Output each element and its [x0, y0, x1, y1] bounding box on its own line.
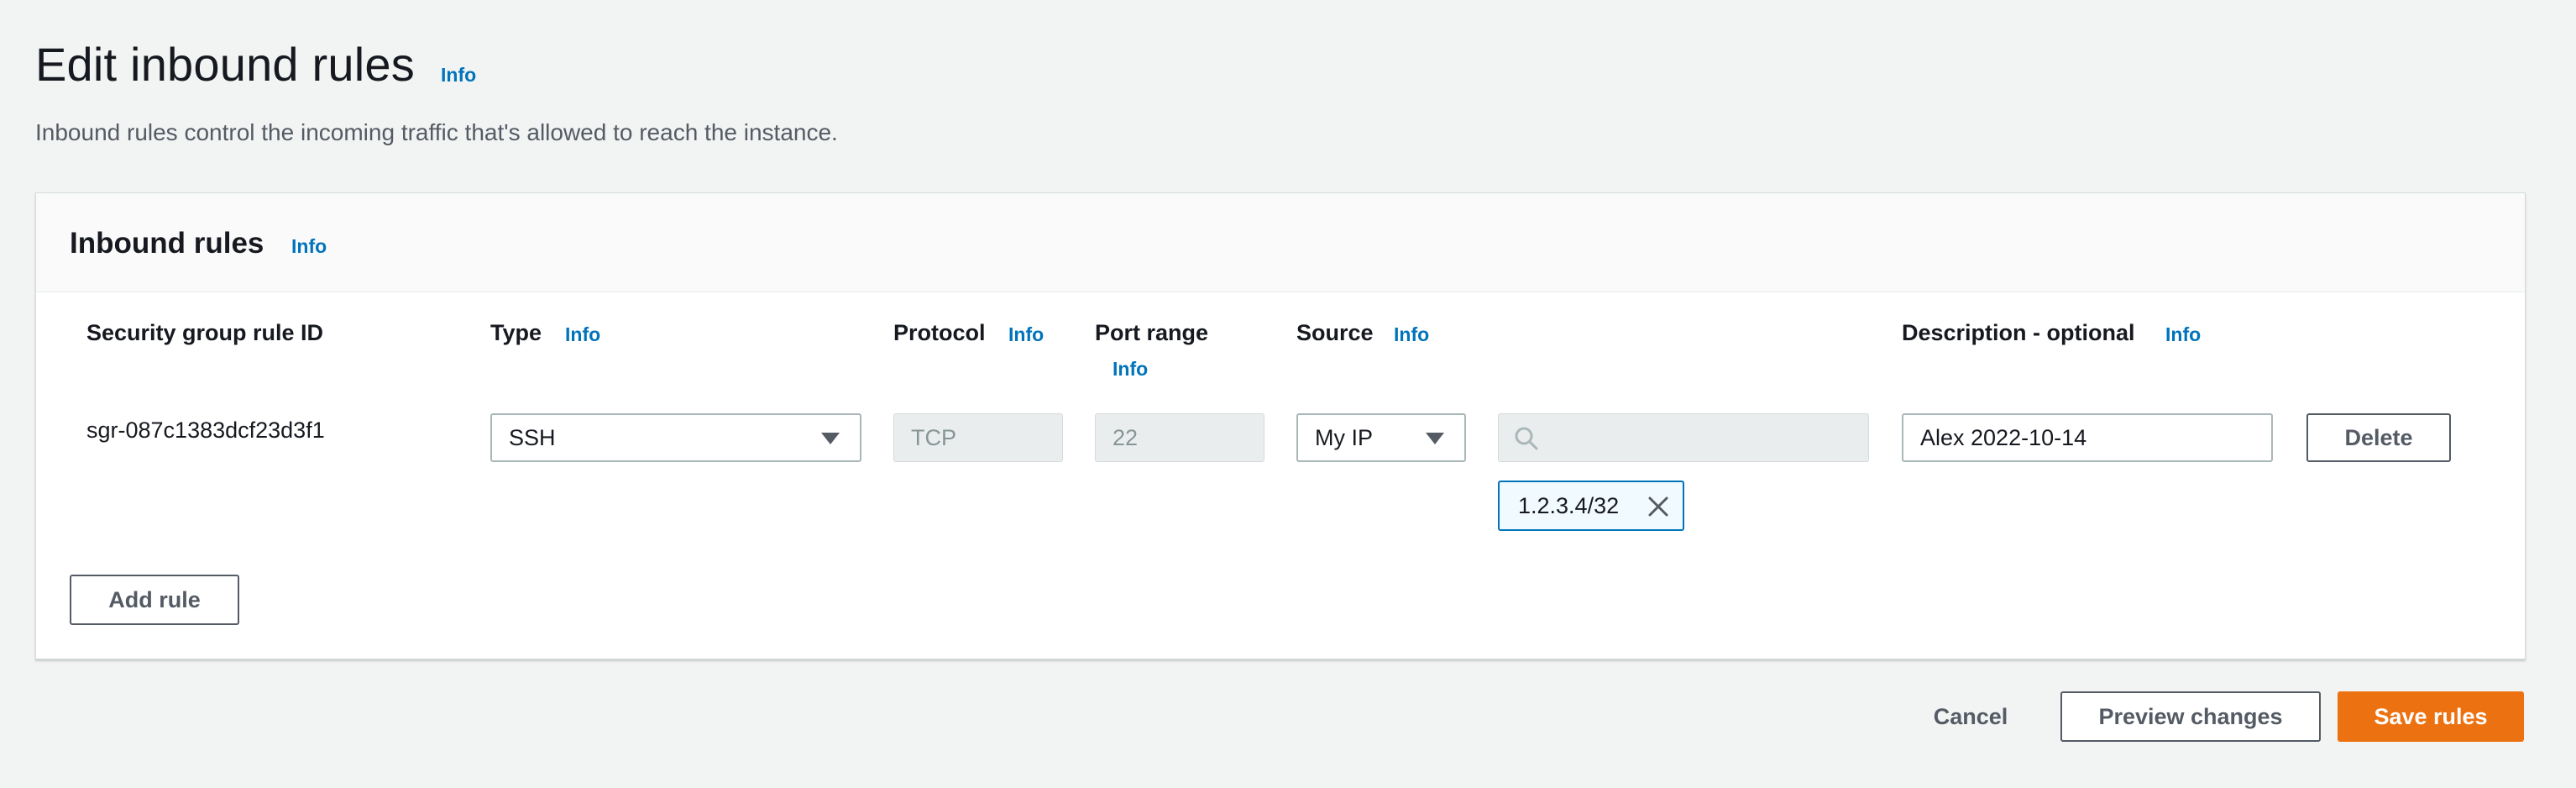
port-range-field: 22	[1095, 413, 1264, 462]
panel-header: Inbound rules Info	[36, 193, 2525, 292]
inbound-rules-panel: Inbound rules Info Security group rule I…	[35, 192, 2526, 659]
source-info-link[interactable]: Info	[1394, 323, 1429, 346]
rule-id: sgr-087c1383dcf23d3f1	[86, 418, 325, 443]
column-header-source: Source	[1296, 320, 1374, 345]
page-description: Inbound rules control the incoming traff…	[35, 119, 838, 145]
delete-rule-button[interactable]: Delete	[2306, 413, 2451, 462]
type-select-value: SSH	[509, 424, 556, 450]
protocol-info-link[interactable]: Info	[1008, 323, 1044, 346]
port-range-info-link[interactable]: Info	[1113, 358, 1148, 381]
protocol-value: TCP	[911, 424, 956, 450]
cancel-button[interactable]: Cancel	[1916, 691, 2025, 742]
caret-down-icon	[821, 433, 840, 444]
add-rule-button[interactable]: Add rule	[70, 575, 239, 625]
column-header-type: Type	[490, 320, 542, 345]
description-info-link[interactable]: Info	[2165, 323, 2201, 346]
column-header-protocol: Protocol	[893, 320, 986, 345]
panel-title: Inbound rules	[70, 227, 264, 260]
page-title: Edit inbound rules	[35, 38, 415, 91]
close-icon[interactable]	[1646, 494, 1671, 519]
protocol-field: TCP	[893, 413, 1063, 462]
source-token: 1.2.3.4/32	[1498, 481, 1684, 531]
column-header-port-range: Port range	[1095, 320, 1209, 345]
column-header-rule-id: Security group rule ID	[86, 320, 324, 345]
search-icon	[1515, 427, 1538, 450]
source-select[interactable]: My IP	[1296, 413, 1466, 462]
panel-title-info-link[interactable]: Info	[291, 235, 327, 258]
caret-down-icon	[1426, 433, 1444, 444]
column-header-description: Description - optional	[1902, 320, 2135, 345]
type-select[interactable]: SSH	[490, 413, 861, 462]
save-rules-button[interactable]: Save rules	[2338, 691, 2524, 742]
page-title-info-link[interactable]: Info	[441, 64, 476, 87]
preview-changes-button[interactable]: Preview changes	[2060, 691, 2321, 742]
type-info-link[interactable]: Info	[565, 323, 600, 346]
source-select-value: My IP	[1315, 424, 1374, 450]
port-range-value: 22	[1113, 424, 1139, 450]
source-search-input[interactable]	[1498, 413, 1869, 462]
source-token-label: 1.2.3.4/32	[1518, 492, 1620, 518]
description-input[interactable]	[1902, 413, 2273, 462]
